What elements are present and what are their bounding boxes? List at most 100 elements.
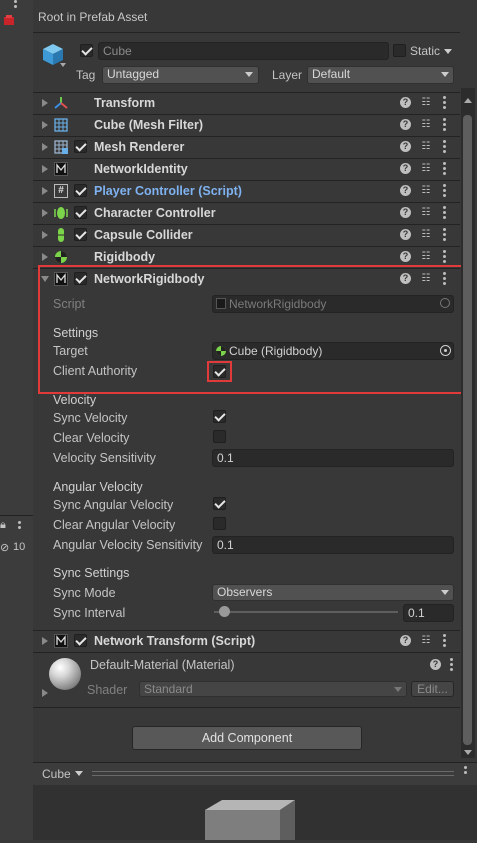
component-transform[interactable]: Transform	[33, 92, 460, 114]
character-controller-icon	[54, 206, 68, 220]
presets-icon[interactable]: ☷	[420, 119, 432, 131]
target-field[interactable]: Cube (Rigidbody)	[212, 342, 454, 360]
layer-label: Layer	[272, 68, 303, 82]
icon-dropdown-arrow[interactable]	[60, 63, 66, 67]
component-capsule-collider[interactable]: Capsule Collider	[33, 224, 460, 246]
preview-drag-handle-line	[92, 775, 454, 776]
component-character-controller[interactable]: Character Controller	[33, 202, 460, 224]
foldout-arrow-icon[interactable]	[42, 231, 48, 239]
foldout-arrow-icon[interactable]	[42, 143, 48, 151]
component-name: Capsule Collider	[94, 228, 193, 242]
material-help-icon[interactable]: ?	[430, 659, 441, 670]
preview-drag-handle[interactable]	[92, 771, 454, 772]
component-enabled-checkbox[interactable]	[74, 634, 87, 647]
help-icon[interactable]: ?	[400, 229, 411, 240]
scroll-down-arrow-icon[interactable]	[464, 750, 472, 755]
sync-interval-input[interactable]: 0.1	[403, 604, 454, 622]
component-name: Network Transform (Script)	[94, 634, 256, 648]
hidden-eye-icon[interactable]: ⊘	[0, 541, 9, 554]
object-picker-icon[interactable]	[440, 345, 451, 356]
component-menu-icon[interactable]	[443, 184, 446, 197]
client-authority-checkbox[interactable]	[213, 365, 226, 378]
capsule-collider-icon	[54, 228, 68, 242]
material-foldout-arrow-icon[interactable]	[42, 689, 48, 697]
help-icon[interactable]: ?	[400, 163, 411, 174]
component-menu-icon[interactable]	[443, 206, 446, 219]
layer-dropdown[interactable]: Default	[307, 66, 454, 84]
help-icon[interactable]: ?	[400, 251, 411, 262]
divider	[33, 202, 460, 203]
static-label[interactable]: Static	[410, 44, 440, 58]
help-icon[interactable]: ?	[400, 141, 411, 152]
clear-angular-velocity-checkbox[interactable]	[213, 517, 226, 530]
help-icon[interactable]: ?	[400, 207, 411, 218]
component-enabled-checkbox[interactable]	[74, 228, 87, 241]
velocity-sensitivity-input[interactable]: 0.1	[212, 449, 454, 467]
static-dropdown-arrow[interactable]	[444, 49, 452, 54]
sync-interval-slider-track[interactable]	[214, 611, 398, 613]
foldout-arrow-icon[interactable]	[42, 209, 48, 217]
component-network-identity[interactable]: NetworkIdentity	[33, 158, 460, 180]
prefab-error-icon	[2, 14, 16, 28]
component-network-transform[interactable]: Network Transform (Script)	[33, 630, 460, 652]
component-menu-icon[interactable]	[443, 228, 446, 241]
sync-mode-value: Observers	[217, 585, 273, 599]
foldout-arrow-icon[interactable]	[42, 99, 48, 107]
object-name-input[interactable]: Cube	[98, 42, 389, 60]
component-enabled-checkbox[interactable]	[74, 184, 87, 197]
settings-header: Settings	[53, 326, 99, 340]
clear-velocity-checkbox[interactable]	[213, 430, 226, 443]
sync-interval-slider-handle[interactable]	[219, 606, 230, 617]
shader-dropdown[interactable]: Standard	[139, 681, 407, 697]
presets-icon[interactable]: ☷	[420, 141, 432, 153]
presets-icon[interactable]: ☷	[420, 163, 432, 175]
component-mesh-renderer[interactable]: Mesh Renderer	[33, 136, 460, 158]
material-name: Default-Material (Material)	[90, 658, 235, 672]
component-mesh-filter[interactable]: Cube (Mesh Filter)	[33, 114, 460, 136]
scrollbar-thumb[interactable]	[463, 115, 472, 745]
presets-icon[interactable]: ☷	[420, 251, 432, 263]
clear-angular-velocity-label: Clear Angular Velocity	[53, 518, 176, 532]
foldout-arrow-icon[interactable]	[42, 121, 48, 129]
component-menu-icon[interactable]	[443, 96, 446, 109]
foldout-arrow-icon[interactable]	[42, 165, 48, 173]
help-icon[interactable]: ?	[400, 97, 411, 108]
component-menu-icon[interactable]	[443, 162, 446, 175]
script-field: NetworkRigidbody	[212, 295, 454, 313]
sync-angular-velocity-checkbox[interactable]	[213, 497, 226, 510]
component-enabled-checkbox[interactable]	[74, 206, 87, 219]
preview-dropdown[interactable]: Cube	[42, 767, 71, 781]
presets-icon[interactable]: ☷	[420, 97, 432, 109]
left-menu-icon[interactable]	[14, 0, 17, 13]
tag-dropdown[interactable]: Untagged	[102, 66, 259, 84]
presets-icon[interactable]: ☷	[420, 207, 432, 219]
component-name: Character Controller	[94, 206, 216, 220]
foldout-arrow-icon[interactable]	[42, 187, 48, 195]
active-checkbox[interactable]	[80, 44, 93, 57]
component-enabled-checkbox[interactable]	[74, 140, 87, 153]
help-icon[interactable]: ?	[400, 119, 411, 130]
help-icon[interactable]: ?	[400, 185, 411, 196]
sync-mode-dropdown[interactable]: Observers	[212, 584, 454, 601]
foldout-arrow-icon[interactable]	[42, 253, 48, 261]
lock-icon[interactable]: 🔒︎	[0, 519, 6, 532]
inspector-title: Root in Prefab Asset	[38, 10, 148, 24]
presets-icon[interactable]: ☷	[420, 229, 432, 241]
edit-shader-button[interactable]: Edit...	[411, 681, 454, 697]
component-menu-icon[interactable]	[443, 250, 446, 263]
scroll-up-arrow-icon[interactable]	[464, 98, 472, 103]
material-menu-icon[interactable]	[450, 658, 453, 671]
angular-velocity-sensitivity-input[interactable]: 0.1	[212, 536, 454, 554]
divider	[33, 246, 460, 247]
left-lower-menu-icon[interactable]	[18, 521, 21, 534]
sync-velocity-checkbox[interactable]	[213, 410, 226, 423]
preview-menu-icon[interactable]	[464, 766, 467, 779]
component-player-controller[interactable]: # Player Controller (Script)	[33, 180, 460, 202]
foldout-arrow-icon[interactable]	[42, 637, 48, 645]
presets-icon[interactable]: ☷	[420, 185, 432, 197]
component-menu-icon[interactable]	[443, 140, 446, 153]
component-menu-icon[interactable]	[443, 118, 446, 131]
component-name: NetworkIdentity	[94, 162, 188, 176]
add-component-button[interactable]: Add Component	[132, 726, 362, 750]
static-checkbox[interactable]	[393, 44, 406, 57]
